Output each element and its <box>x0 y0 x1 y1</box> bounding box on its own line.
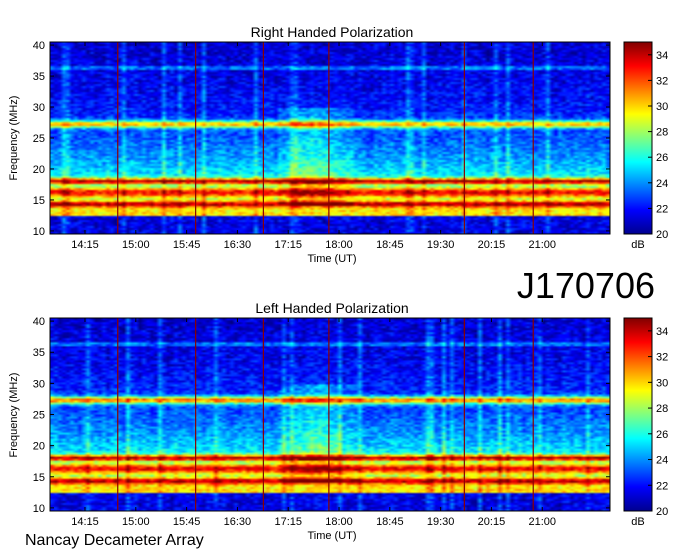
x-tick-label: 16:30 <box>224 239 252 251</box>
colorbar-tick-label: 26 <box>656 429 668 441</box>
y-tick-label: 35 <box>33 347 45 359</box>
y-tick-label: 10 <box>33 226 45 238</box>
x-tick-label: 18:45 <box>376 516 404 528</box>
y-tick-label: 25 <box>33 410 45 422</box>
colorbar-tick-label: 22 <box>656 480 668 492</box>
x-tick-label: 20:15 <box>478 239 506 251</box>
observation-id: J170706 <box>517 265 655 306</box>
x-tick-label: 21:00 <box>528 516 556 528</box>
colorbar-tick-label: 32 <box>656 352 668 364</box>
y-tick-label: 40 <box>33 316 45 328</box>
instrument-name: Nancay Decameter Array <box>25 532 204 549</box>
x-tick-label: 14:15 <box>71 516 99 528</box>
bottom-colorbar-label: dB <box>631 516 644 528</box>
colorbar-tick-label: 24 <box>656 178 668 190</box>
x-tick-label: 15:45 <box>173 239 201 251</box>
x-tick-label: 21:00 <box>528 239 556 251</box>
bottom-panel-title: Left Handed Polarization <box>255 300 408 316</box>
top-colorbar-label: dB <box>631 239 644 251</box>
x-tick-label: 15:00 <box>122 239 150 251</box>
y-tick-label: 20 <box>33 164 45 176</box>
y-tick-label: 20 <box>33 441 45 453</box>
bottom-panel: Left Handed Polarization 14:15 15:00 15:45… <box>8 300 668 542</box>
top-x-axis-label: Time (UT) <box>307 253 356 265</box>
bottom-heatmap <box>50 318 610 511</box>
top-panel: Right Handed Polarization 14:15 15:00 15:4… <box>8 24 668 265</box>
y-tick-label: 25 <box>33 133 45 145</box>
colorbar-tick-label: 20 <box>656 229 668 241</box>
x-tick-label: 19:30 <box>427 516 455 528</box>
x-tick-label: 17:15 <box>274 239 302 251</box>
top-panel-title: Right Handed Polarization <box>251 24 414 40</box>
y-tick-label: 30 <box>33 102 45 114</box>
bottom-x-axis-label: Time (UT) <box>307 530 356 542</box>
colorbar-tick-label: 28 <box>656 127 668 139</box>
colorbar-tick-label: 30 <box>656 377 668 389</box>
colorbar-tick-label: 34 <box>656 326 668 338</box>
y-tick-label: 40 <box>33 40 45 52</box>
colorbar-tick-label: 22 <box>656 203 668 215</box>
x-tick-label: 16:30 <box>224 516 252 528</box>
colorbar-tick-label: 26 <box>656 152 668 164</box>
bottom-colorbar <box>623 317 653 512</box>
x-tick-label: 20:15 <box>478 516 506 528</box>
spectrogram-raster <box>50 318 610 511</box>
colorbar-tick-label: 34 <box>656 50 668 62</box>
y-tick-label: 35 <box>33 71 45 83</box>
x-tick-label: 18:00 <box>325 239 353 251</box>
y-tick-label: 30 <box>33 378 45 390</box>
colorbar-tick-label: 28 <box>656 403 668 415</box>
top-y-axis-label: Frequency (MHz) <box>8 96 20 181</box>
x-tick-label: 19:30 <box>427 239 455 251</box>
y-tick-label: 10 <box>33 503 45 515</box>
x-tick-label: 17:15 <box>274 516 302 528</box>
colorbar-tick-label: 30 <box>656 101 668 113</box>
colorbar-tick-label: 20 <box>656 506 668 518</box>
x-tick-label: 15:00 <box>122 516 150 528</box>
bottom-y-axis-label: Frequency (MHz) <box>8 373 20 458</box>
top-colorbar <box>623 41 653 235</box>
x-tick-label: 14:15 <box>71 239 99 251</box>
spectrogram-raster <box>50 42 610 234</box>
x-tick-label: 15:45 <box>173 516 201 528</box>
colorbar-tick-label: 24 <box>656 455 668 467</box>
y-tick-label: 15 <box>33 472 45 484</box>
top-heatmap <box>50 42 610 234</box>
colorbar-tick-label: 32 <box>656 75 668 87</box>
y-tick-label: 15 <box>33 195 45 207</box>
x-tick-label: 18:00 <box>325 516 353 528</box>
x-tick-label: 18:45 <box>376 239 404 251</box>
spectrogram-figure: Right Handed Polarization 14:15 15:00 15:4… <box>8 24 668 549</box>
